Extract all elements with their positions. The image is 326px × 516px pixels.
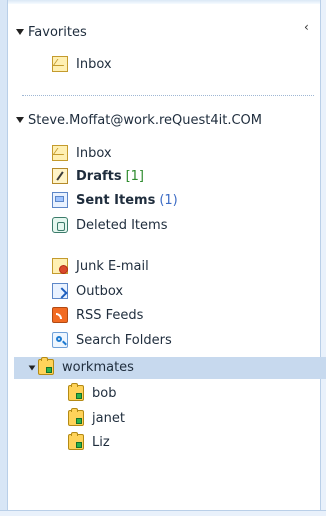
favorites-item-inbox[interactable]: Inbox <box>52 54 112 74</box>
folder-bob-label: bob <box>92 385 117 401</box>
favorites-expand-icon[interactable] <box>16 29 24 35</box>
account-item-inbox[interactable]: Inbox <box>52 143 112 163</box>
account-item-drafts-label: Drafts <box>76 168 122 184</box>
pane-right-edge <box>320 0 326 516</box>
search-folders-icon <box>52 332 68 348</box>
sent-items-icon <box>52 192 68 208</box>
favorites-title: Favorites <box>28 24 87 40</box>
folder-icon <box>38 357 54 375</box>
account-item-outbox-label: Outbox <box>76 283 124 299</box>
folder-icon <box>68 432 84 450</box>
account-header[interactable]: Steve.Moffat@work.reQuest4it.COM <box>28 110 262 130</box>
collapse-pane-icon[interactable]: ‹ <box>304 21 314 33</box>
folder-liz[interactable]: Liz <box>68 432 110 452</box>
account-item-deleted-items[interactable]: Deleted Items <box>52 215 167 235</box>
drafts-icon <box>52 168 68 184</box>
rss-feeds-icon <box>52 307 68 323</box>
account-item-deleted-items-label: Deleted Items <box>76 217 168 233</box>
folder-janet[interactable]: janet <box>68 408 125 428</box>
account-item-search-folders-label: Search Folders <box>76 332 172 348</box>
folder-bob[interactable]: bob <box>68 383 116 403</box>
favorites-item-inbox-label: Inbox <box>76 56 112 72</box>
folder-liz-label: Liz <box>92 434 110 450</box>
junk-email-icon <box>52 258 68 274</box>
account-item-sent-items[interactable]: Sent Items (1) <box>52 190 178 210</box>
workmates-expand-icon[interactable] <box>28 365 36 371</box>
deleted-items-icon <box>52 217 68 233</box>
folder-icon <box>68 383 84 401</box>
account-item-search-folders[interactable]: Search Folders <box>52 330 172 350</box>
folder-icon <box>68 408 84 426</box>
drafts-count: [1] <box>125 168 145 184</box>
account-item-drafts[interactable]: Drafts [1] <box>52 166 144 186</box>
pane-separator <box>22 95 314 96</box>
favorites-header[interactable]: Favorites <box>28 22 87 42</box>
inbox-icon <box>52 145 68 161</box>
folder-janet-label: janet <box>92 410 125 426</box>
folder-workmates[interactable]: workmates <box>38 357 134 377</box>
account-item-junk-email[interactable]: Junk E-mail <box>52 256 149 276</box>
account-item-junk-email-label: Junk E-mail <box>76 258 149 274</box>
inbox-icon <box>52 56 68 72</box>
account-item-outbox[interactable]: Outbox <box>52 281 123 301</box>
account-item-sent-items-label: Sent Items <box>76 192 156 208</box>
account-title: Steve.Moffat@work.reQuest4it.COM <box>28 112 262 128</box>
sent-items-count: (1) <box>159 192 178 208</box>
account-item-rss-feeds[interactable]: RSS Feeds <box>52 305 143 325</box>
folder-workmates-label: workmates <box>62 359 134 375</box>
pane-bottom-edge <box>0 510 326 516</box>
pane-left-edge <box>0 0 8 516</box>
account-expand-icon[interactable] <box>16 117 24 123</box>
account-item-rss-feeds-label: RSS Feeds <box>76 307 144 323</box>
pane-top-edge <box>0 0 326 4</box>
account-item-inbox-label: Inbox <box>76 145 112 161</box>
outbox-icon <box>52 283 68 299</box>
navigation-pane: ‹ Favorites Inbox Steve.Moffat@work.reQu… <box>0 0 326 516</box>
